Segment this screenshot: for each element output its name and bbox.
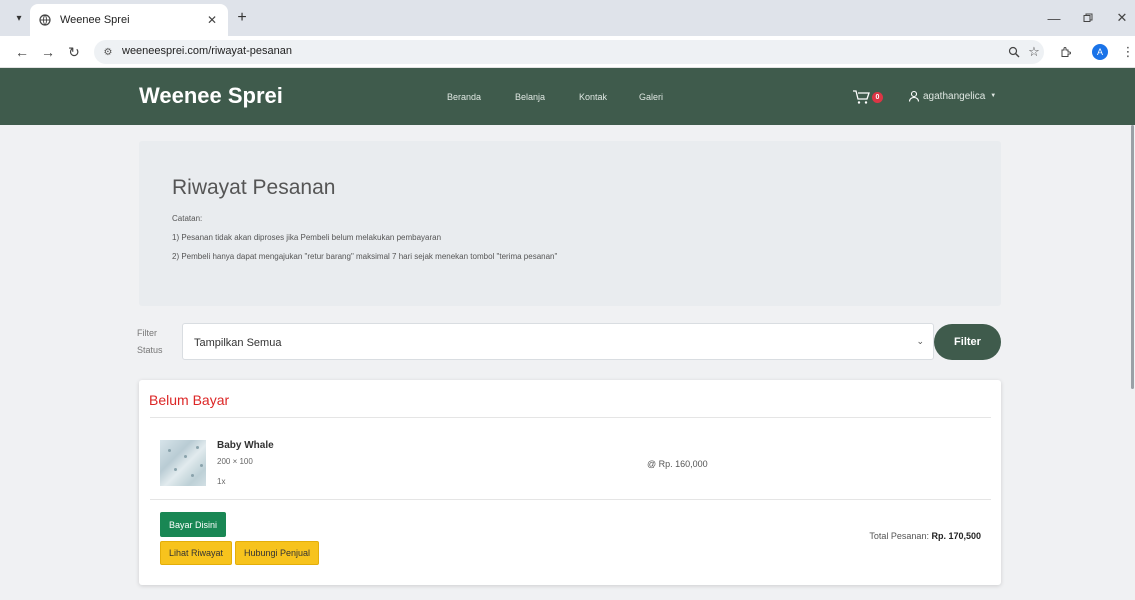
- minimize-icon[interactable]: —: [1044, 8, 1064, 28]
- cart-icon: [853, 90, 870, 104]
- forward-icon[interactable]: →: [38, 42, 58, 62]
- tab-search-chevron-icon[interactable]: ▾: [9, 8, 29, 28]
- product-name: Baby Whale: [217, 440, 274, 451]
- browser-menu-icon[interactable]: ⋮: [1118, 42, 1135, 62]
- url-text[interactable]: weeneesprei.com/riwayat-pesanan: [122, 45, 292, 57]
- filter-button[interactable]: Filter: [934, 324, 1001, 360]
- filter-label: Filter: [137, 328, 157, 338]
- reload-icon[interactable]: ↻: [64, 42, 84, 62]
- order-total-value: Rp. 170,500: [931, 531, 981, 541]
- profile-avatar[interactable]: A: [1092, 44, 1108, 60]
- cart-count-badge: 0: [872, 92, 883, 103]
- caret-down-icon: ▼: [990, 93, 997, 99]
- extensions-icon[interactable]: [1056, 42, 1076, 62]
- user-menu[interactable]: agathangelica ▼: [908, 88, 996, 104]
- globe-icon: [38, 13, 52, 27]
- order-total-label: Total Pesanan:: [869, 531, 929, 541]
- page-title: Riwayat Pesanan: [172, 176, 336, 199]
- status-filter-select[interactable]: Tampilkan Semua ⌄: [182, 323, 934, 360]
- close-window-icon[interactable]: ✕: [1112, 8, 1132, 28]
- filter-label: Status: [137, 345, 163, 355]
- new-tab-icon[interactable]: +: [232, 8, 252, 28]
- site-info-icon[interactable]: ⚙: [100, 44, 116, 60]
- note-line: 1) Pesanan tidak akan diproses jika Pemb…: [172, 233, 442, 242]
- address-bar[interactable]: ⚙ weeneesprei.com/riwayat-pesanan: [94, 40, 1044, 64]
- nav-link-beranda[interactable]: Beranda: [447, 92, 481, 102]
- divider: [150, 499, 991, 500]
- note-line: 2) Pembeli hanya dapat mengajukan "retur…: [172, 252, 558, 261]
- nav-link-belanja[interactable]: Belanja: [515, 92, 545, 102]
- nav-link-galeri[interactable]: Galeri: [639, 92, 663, 102]
- scrollbar-thumb[interactable]: [1131, 125, 1134, 389]
- browser-toolbar: ← → ↻ ⚙ weeneesprei.com/riwayat-pesanan …: [0, 36, 1135, 68]
- brand-logo[interactable]: Weenee Sprei: [139, 83, 283, 109]
- zoom-icon[interactable]: [1004, 42, 1024, 62]
- product-price: @ Rp. 160,000: [647, 459, 708, 469]
- browser-tab[interactable]: Weenee Sprei ✕: [30, 4, 228, 36]
- view-history-button[interactable]: Lihat Riwayat: [160, 541, 232, 565]
- site-header: Weenee Sprei Beranda Belanja Kontak Gale…: [0, 68, 1135, 125]
- back-icon[interactable]: ←: [12, 42, 32, 62]
- product-quantity: 1x: [217, 477, 226, 486]
- divider: [150, 417, 991, 418]
- cart-button[interactable]: 0: [852, 89, 892, 105]
- nav-link-kontak[interactable]: Kontak: [579, 92, 607, 102]
- chevron-down-icon: ⌄: [916, 336, 924, 346]
- order-total: Total Pesanan: Rp. 170,500: [869, 531, 981, 541]
- browser-tab-strip: ▾ Weenee Sprei ✕ + — ✕: [0, 0, 1135, 36]
- tab-close-icon[interactable]: ✕: [204, 13, 220, 27]
- info-panel: Riwayat Pesanan Catatan: 1) Pesanan tida…: [139, 141, 1001, 306]
- tab-title: Weenee Sprei: [60, 14, 130, 26]
- notes-heading: Catatan:: [172, 214, 203, 223]
- restore-icon[interactable]: [1078, 8, 1098, 28]
- contact-seller-button[interactable]: Hubungi Penjual: [235, 541, 319, 565]
- pay-here-button[interactable]: Bayar Disini: [160, 512, 226, 537]
- bookmark-star-icon[interactable]: ☆: [1024, 42, 1044, 62]
- order-card: Belum Bayar Baby Whale 200 × 100 1x @ Rp…: [139, 380, 1001, 585]
- order-status-heading: Belum Bayar: [149, 392, 230, 408]
- username: agathangelica: [923, 90, 986, 102]
- user-icon: [908, 90, 920, 102]
- selected-status: Tampilkan Semua: [194, 337, 282, 349]
- product-thumbnail: [160, 440, 206, 486]
- product-size: 200 × 100: [217, 457, 253, 466]
